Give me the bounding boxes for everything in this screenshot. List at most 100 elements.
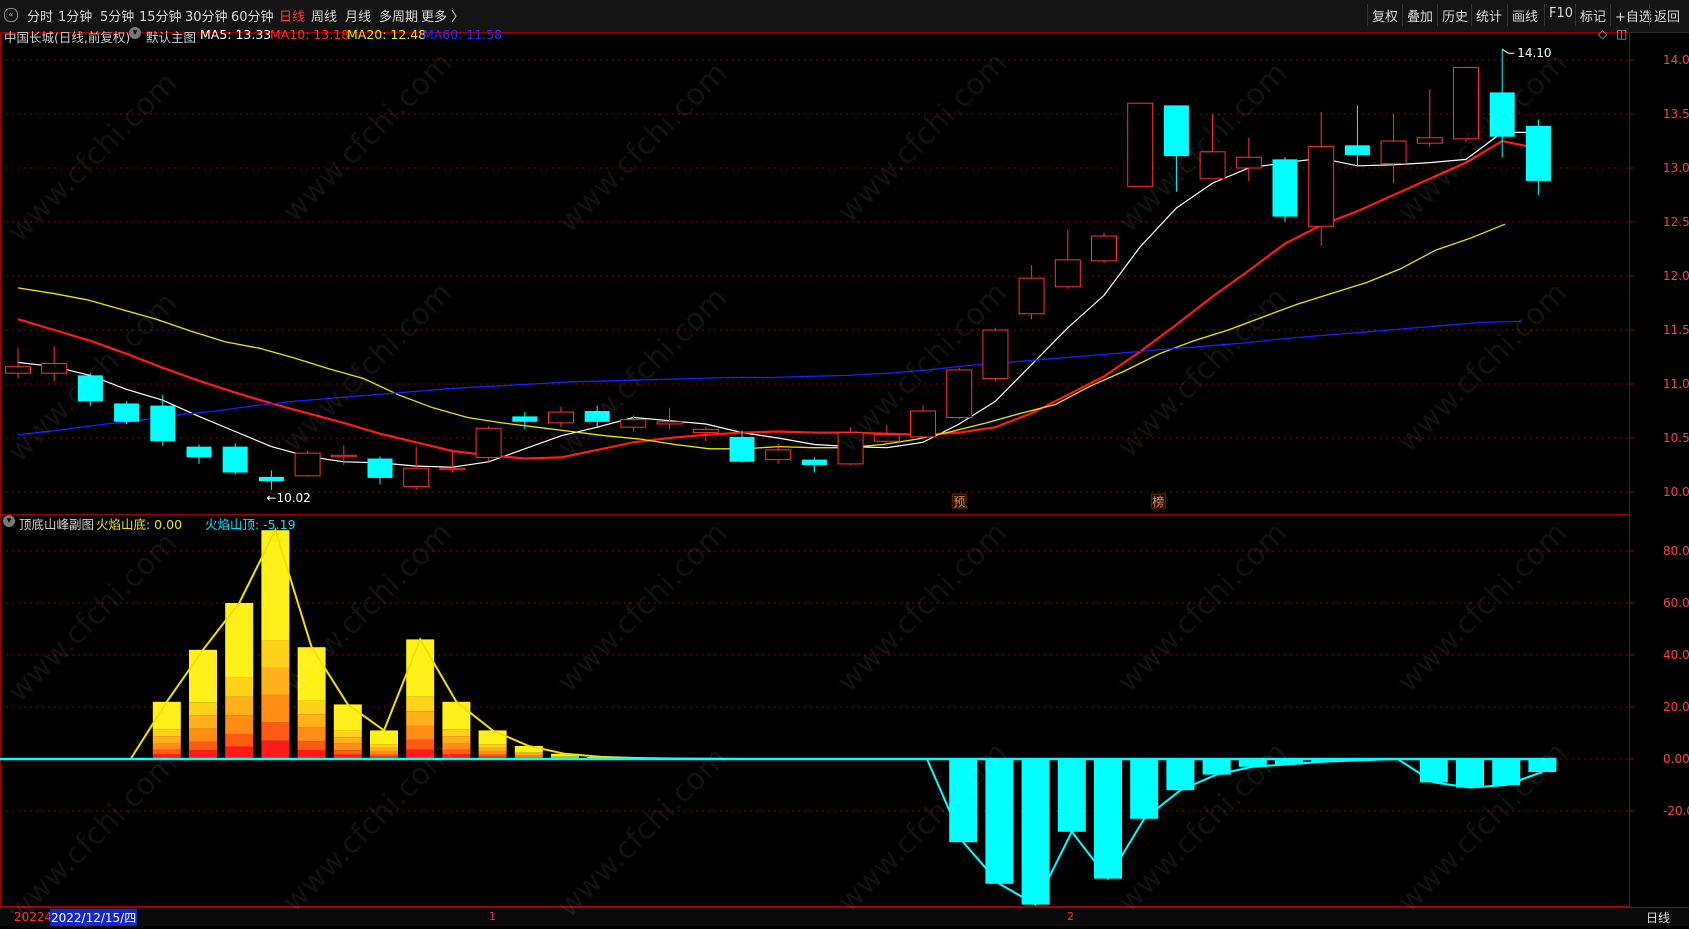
sub-tick-label: -20.00 (1663, 804, 1689, 818)
toolbar-item-0[interactable]: 分时 (27, 6, 53, 25)
toolbar-item-1[interactable]: 1分钟 (58, 6, 92, 25)
square-icon[interactable]: ◫ (1616, 27, 1627, 41)
flame-bar-segment (406, 749, 434, 759)
flame-bar-segment (261, 667, 289, 694)
price-tick-label: 12.50 (1663, 215, 1689, 229)
main-chart-menu-icon[interactable]: ▾ (129, 27, 141, 39)
toolbar-separator (1507, 4, 1508, 26)
sub-chart-menu-icon[interactable]: ▾ (3, 515, 15, 527)
candle-body-down (1526, 126, 1551, 181)
flame-bar-segment (406, 740, 434, 750)
flame-bar-segment (370, 751, 398, 754)
fire-bottom-label: 火焰山底: 0.00 (96, 514, 182, 533)
sub-tick-label: 0.00 (1663, 752, 1689, 766)
candle-body-up (947, 370, 972, 418)
toolbar-item-5[interactable]: 60分钟 (231, 6, 274, 25)
toolbar-item-4[interactable]: 30分钟 (185, 6, 228, 25)
candle-body-up (838, 433, 863, 464)
toolbar-item-2[interactable]: 5分钟 (100, 6, 134, 25)
flame-bar-segment (442, 750, 470, 755)
flame-bar-segment (370, 744, 398, 747)
high-marker-label: 14.10 (1517, 46, 1551, 60)
diamond-icon[interactable]: ◇ (1598, 27, 1607, 41)
flame-bar-segment (261, 722, 289, 740)
toolbar-item-8[interactable]: 月线 (345, 6, 371, 25)
toolbar-item-10[interactable]: 更多 〉 (421, 6, 464, 25)
toolbar-right-item-4[interactable]: 画线 (1512, 6, 1538, 25)
selected-date[interactable]: 2022/12/15/四 (50, 909, 137, 926)
flame-bar-segment (479, 748, 507, 751)
toolbar-separator (1471, 4, 1472, 26)
flame-bar-segment (298, 714, 326, 727)
toolbar-right-item-5[interactable]: F10 (1549, 6, 1573, 21)
sub-tick-label: 40.00 (1663, 648, 1689, 662)
candle-body-down (1164, 105, 1189, 156)
toolbar-item-6[interactable]: 日线 (279, 6, 305, 25)
toolbar-item-9[interactable]: 多周期 (379, 6, 418, 25)
flame-bar-segment (189, 728, 217, 741)
toolbar-right-item-0[interactable]: 复权 (1372, 6, 1398, 25)
period-label[interactable]: 日线 (1646, 909, 1670, 926)
candle-body-up (549, 412, 574, 423)
flame-bar-segment (334, 737, 362, 744)
double-chevron-left-icon[interactable]: « (4, 8, 18, 22)
toolbar-right-item-8[interactable]: 返回 (1654, 6, 1680, 25)
toolbar-item-3[interactable]: 15分钟 (139, 6, 182, 25)
candle-body-down (585, 411, 610, 422)
candle-body-down (802, 460, 827, 465)
flame-bar-segment (153, 743, 181, 750)
flame-bar-segment (334, 731, 362, 738)
month-mark-jan: 1 (489, 910, 496, 923)
toolbar-right-item-7[interactable]: +自选 (1615, 6, 1652, 25)
price-tick-label: 13.50 (1663, 107, 1689, 121)
candle-body-down (1490, 92, 1515, 136)
toolbar-separator (1402, 4, 1403, 26)
flame-bar-segment (442, 736, 470, 743)
event-marker-0: 预 (953, 495, 965, 509)
flame-bar-segment (370, 730, 398, 744)
candle-body-up (404, 468, 429, 486)
ma60-label: MA60: 11.58 (423, 27, 502, 42)
flame-bar-segment (551, 756, 579, 757)
ma20-label: MA20: 12.48 (347, 27, 426, 42)
flame-bar-segment (442, 743, 470, 750)
toolbar-right-item-3[interactable]: 统计 (1476, 6, 1502, 25)
sub-tick-label: 60.00 (1663, 596, 1689, 610)
candle-body-up (1417, 138, 1442, 143)
cyan-bar (949, 759, 977, 842)
candle-body-up (693, 429, 718, 432)
candle-body-down (150, 406, 175, 442)
candle-body-up (331, 455, 356, 457)
flame-bar-segment (189, 650, 217, 702)
flame-bar-segment (225, 747, 253, 759)
toolbar-separator (1649, 4, 1650, 26)
toolbar-separator (1610, 4, 1611, 26)
event-marker-1: 榜 (1152, 494, 1164, 509)
candle-body-up (6, 367, 31, 373)
date-start: 20224 (14, 910, 52, 924)
flame-bar-segment (225, 734, 253, 746)
price-tick-label: 14.00 (1663, 53, 1689, 67)
flame-bar-segment (479, 751, 507, 754)
toolbar-right-item-6[interactable]: 标记 (1580, 6, 1606, 25)
flame-bar-segment (406, 726, 434, 740)
flame-bar-segment (551, 757, 579, 758)
flame-bar-segment (479, 730, 507, 744)
flame-bar-segment (225, 678, 253, 697)
candle-body-down (730, 437, 755, 462)
toolbar-item-7[interactable]: 周线 (311, 6, 337, 25)
flame-bar-segment (261, 640, 289, 667)
flame-bar-segment (298, 647, 326, 701)
flame-bar-segment (370, 748, 398, 751)
toolbar-right-item-1[interactable]: 叠加 (1407, 6, 1433, 25)
sub-tick-label: 20.00 (1663, 700, 1689, 714)
sub-tick-label: 80.00 (1663, 544, 1689, 558)
candle-body-down (187, 447, 212, 458)
candle-body-up (1309, 146, 1334, 226)
toolbar-right-item-2[interactable]: 历史 (1442, 6, 1468, 25)
flame-bar-segment (153, 750, 181, 755)
flame-bar-segment (189, 715, 217, 728)
sub-chart-title[interactable]: 顶底山峰副图 (19, 514, 94, 533)
main-chart-menu[interactable]: 默认主图 (146, 27, 196, 46)
flame-bar-segment (298, 701, 326, 714)
